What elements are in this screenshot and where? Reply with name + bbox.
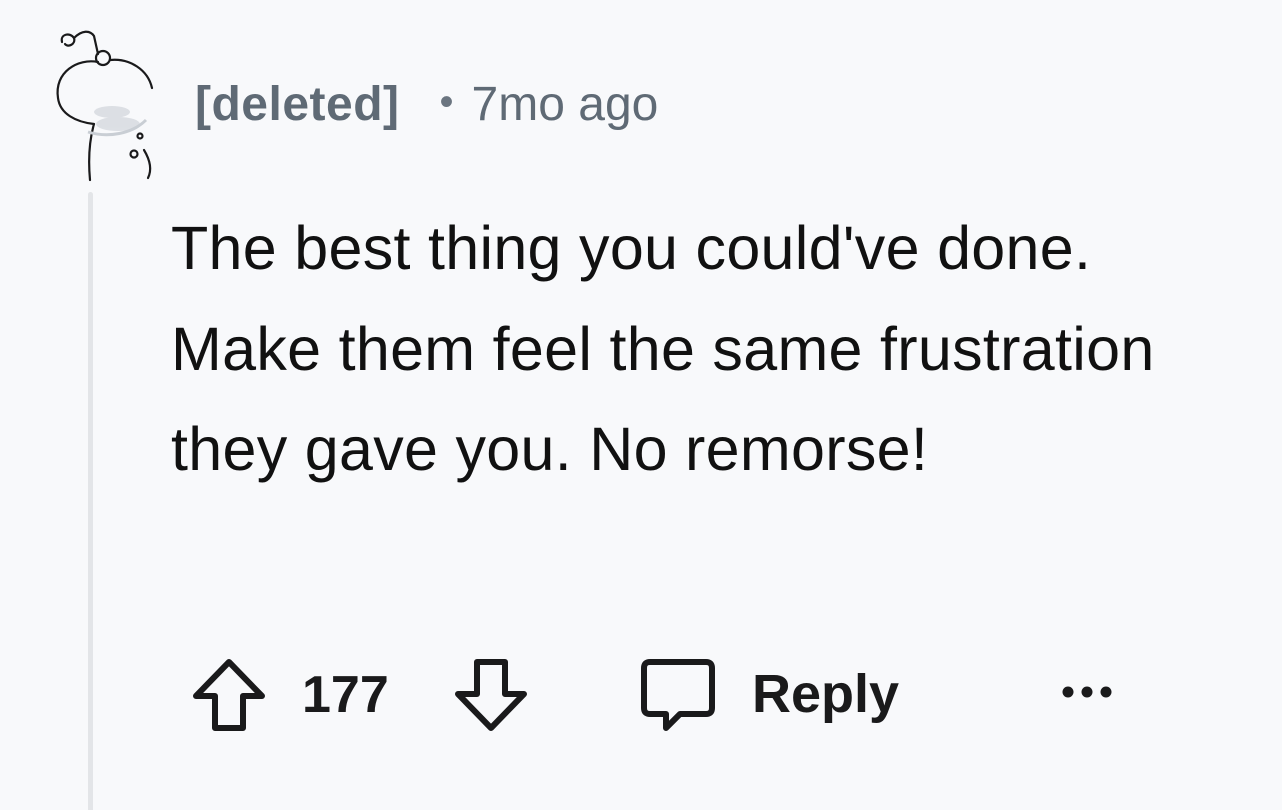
downvote-button[interactable]	[452, 656, 530, 734]
more-options-button[interactable]	[1056, 672, 1118, 712]
reply-label: Reply	[752, 664, 900, 724]
thread-line[interactable]	[88, 192, 93, 810]
upvote-button[interactable]	[190, 656, 268, 734]
vote-score: 177	[302, 666, 389, 724]
speech-bubble-icon	[641, 659, 715, 731]
arrow-up-outline-icon	[193, 659, 265, 731]
comment-body: The best thing you could've done. Make t…	[171, 214, 1155, 483]
comment-header: [deleted] • 7mo ago	[195, 72, 658, 136]
comment-timestamp[interactable]: 7mo ago	[472, 77, 659, 132]
author-name[interactable]: [deleted]	[195, 77, 400, 132]
ellipsis-icon	[1062, 686, 1112, 698]
snoo-avatar-icon	[56, 30, 154, 182]
arrow-down-outline-icon	[455, 659, 527, 731]
meta-separator: •	[439, 79, 454, 124]
reply-button[interactable]: Reply	[640, 654, 899, 734]
avatar[interactable]	[48, 20, 156, 185]
comment-actions: 177 Reply	[190, 650, 1130, 738]
